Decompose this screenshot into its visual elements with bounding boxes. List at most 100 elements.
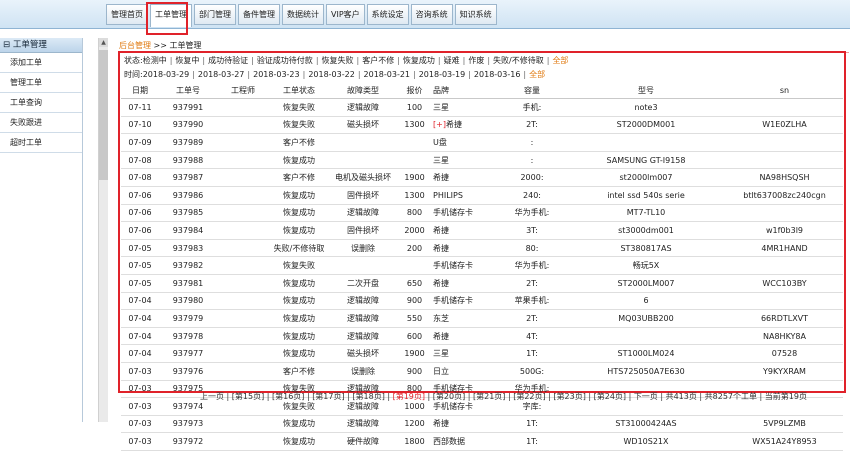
nav-tab[interactable]: VIP客户 — [326, 4, 365, 25]
table-cell[interactable]: 937978 — [159, 327, 217, 346]
pager-item[interactable]: 上一页 — [200, 392, 224, 401]
sidebar-item[interactable]: 工单查询 — [0, 93, 82, 113]
status-filter-all-link[interactable]: 全部 — [552, 56, 568, 65]
table-row[interactable]: 07-06 937985 恢复成功 逻辑故障 800 手机储存卡 华为手机: MT7-TL10 — [121, 204, 843, 223]
table-row[interactable]: 07-08 937987 客户不修 电机及磁头损坏 1900 希捷 2000: st2000l… — [121, 168, 843, 187]
table-cell[interactable]: 937984 — [159, 221, 217, 240]
time-filter-option[interactable]: 2018-03-22 — [308, 70, 355, 79]
breadcrumb-home-link[interactable]: 后台管理 — [119, 41, 151, 50]
table-row[interactable]: 07-04 937979 恢复成功 逻辑故障 550 东芝 2T: MQ03UBB200 66R… — [121, 309, 843, 328]
separator: | — [523, 70, 527, 79]
table-row[interactable]: 07-11 937991 恢复失败 逻辑故障 100 三星 手机: note3 — [121, 98, 843, 117]
nav-tab[interactable]: 管理首页 — [106, 4, 148, 25]
pager-item[interactable]: [第22页] — [513, 392, 545, 401]
table-cell[interactable]: 937979 — [159, 309, 217, 328]
sidebar-item[interactable]: 超时工单 — [0, 133, 82, 153]
table-cell[interactable]: 937986 — [159, 186, 217, 205]
status-filter-option[interactable]: 疑难 — [444, 56, 460, 65]
table-cell: 100 — [397, 98, 432, 117]
scroll-thumb[interactable] — [99, 50, 108, 180]
nav-tab[interactable]: 知识系统 — [454, 4, 497, 25]
status-filter-option[interactable]: 验证成功待付款 — [257, 56, 313, 65]
table-cell[interactable]: 937987 — [159, 168, 217, 187]
table-cell: 1T: — [498, 344, 566, 363]
nav-tab[interactable]: 备件管理 — [238, 4, 280, 25]
time-filter-option[interactable]: 2018-03-29 — [143, 70, 190, 79]
table-cell[interactable]: 937990 — [159, 116, 217, 135]
table-cell[interactable]: 937988 — [159, 151, 217, 170]
table-cell[interactable]: 937989 — [159, 133, 217, 152]
table-cell: NA8HKY8A — [726, 327, 843, 346]
status-filter-option[interactable]: 恢复成功 — [403, 56, 435, 65]
column-header: 报价 — [397, 83, 432, 99]
table-row[interactable]: 07-09 937989 客户不修 U盘: — [121, 133, 843, 152]
nav-tab[interactable]: 数据统计 — [282, 4, 324, 25]
table-row[interactable]: 07-03 937976 客户不修 误删除 900 日立 500G: HTS725050A7E… — [121, 362, 843, 381]
table-cell[interactable]: 937976 — [159, 362, 217, 381]
table-row[interactable]: 07-05 937982 恢复失败 手机储存卡 华为手机: 畅玩5X — [121, 256, 843, 275]
table-cell — [217, 151, 269, 170]
nav-tab[interactable]: 系统设定 — [366, 4, 409, 25]
pager-item[interactable]: [第23页] — [553, 392, 585, 401]
status-filter-option[interactable]: 失败/不修待取 — [493, 56, 544, 65]
pager-item[interactable]: [第19页] — [393, 392, 425, 401]
pager-item[interactable]: 下一页 — [634, 392, 658, 401]
pager-item[interactable]: [第24页] — [594, 392, 626, 401]
table-cell: 磁头损坏 — [329, 344, 397, 363]
expand-icon[interactable]: [+] — [433, 120, 446, 129]
table-cell: ST2000DM001 — [566, 116, 726, 135]
table-cell[interactable]: 937980 — [159, 292, 217, 311]
scrollbar[interactable]: ▲ — [98, 38, 108, 422]
table-row[interactable]: 07-04 937980 恢复成功 逻辑故障 900 手机储存卡 苹果手机: 6 — [121, 292, 843, 311]
table-cell: 手机: — [498, 98, 566, 117]
pager-item[interactable]: [第21页] — [473, 392, 505, 401]
pager-item[interactable]: [第20页] — [433, 392, 465, 401]
table-cell[interactable]: 937972 — [159, 432, 217, 451]
time-filter-option[interactable]: 2018-03-19 — [419, 70, 466, 79]
table-row[interactable]: 07-10 937990 恢复失败 磁头损坏 1300 [+]希捷 2T: ST2000DM0… — [121, 116, 843, 135]
status-filter-option[interactable]: 客户不修 — [362, 56, 394, 65]
table-cell[interactable]: 937991 — [159, 98, 217, 117]
status-filter-option[interactable]: 成功待验证 — [208, 56, 248, 65]
table-cell[interactable]: 937981 — [159, 274, 217, 293]
time-filter-option[interactable]: 2018-03-27 — [198, 70, 245, 79]
table-cell[interactable]: 937982 — [159, 256, 217, 275]
pager-item[interactable]: [第17页] — [312, 392, 344, 401]
table-cell[interactable]: 937983 — [159, 239, 217, 258]
time-filter-all-link[interactable]: 全部 — [529, 70, 545, 79]
pager-item[interactable]: [第15页] — [232, 392, 264, 401]
nav-tab[interactable]: 部门管理 — [194, 4, 236, 25]
table-row[interactable]: 07-05 937983 失败/不修待取 误删除 200 希捷 80: ST380817AS 4… — [121, 239, 843, 258]
table-cell: ST31000424AS — [566, 415, 726, 434]
table-row[interactable]: 07-04 937978 恢复成功 逻辑故障 600 希捷 4T: NA8HKY8A — [121, 327, 843, 346]
table-row[interactable]: 07-06 937986 恢复成功 固件损坏 1300 PHILIPS 240: intel … — [121, 186, 843, 205]
table-cell[interactable]: 937977 — [159, 344, 217, 363]
status-filter-option[interactable]: 恢复中 — [175, 56, 199, 65]
table-row[interactable]: 07-03 937973 恢复成功 逻辑故障 1200 希捷 1T: ST31000424AS… — [121, 415, 843, 434]
table-row[interactable]: 07-06 937984 恢复成功 固件损坏 2000 希捷 3T: st3000dm001 w… — [121, 221, 843, 240]
nav-tab[interactable]: 咨询系统 — [410, 4, 453, 25]
time-filter-option[interactable]: 2018-03-16 — [474, 70, 521, 79]
sidebar-item[interactable]: 失败跟进 — [0, 113, 82, 133]
table-cell: 1800 — [397, 432, 432, 451]
status-filter-option[interactable]: 检测中 — [143, 56, 167, 65]
scroll-up-arrow-icon[interactable]: ▲ — [99, 38, 108, 47]
status-filter-option[interactable]: 恢复失败 — [322, 56, 354, 65]
sidebar-item[interactable]: 管理工单 — [0, 73, 82, 93]
status-filter-option[interactable]: 作废 — [468, 56, 484, 65]
table-row[interactable]: 07-03 937972 恢复成功 硬件故障 1800 西部数据 1T: WD10S21X WX… — [121, 432, 843, 451]
sidebar-header[interactable]: ⊟ 工单管理 — [0, 38, 82, 53]
pager-item[interactable]: [第16页] — [272, 392, 304, 401]
pager-item[interactable]: [第18页] — [352, 392, 384, 401]
table-row[interactable]: 07-05 937981 恢复成功 二次开盘 650 希捷 2T: ST2000LM007 WC… — [121, 274, 843, 293]
table-cell[interactable]: 937985 — [159, 204, 217, 223]
table-row[interactable]: 07-04 937977 恢复成功 磁头损坏 1900 三星 1T: ST1000LM024 0… — [121, 344, 843, 363]
collapse-icon[interactable]: ⊟ — [3, 40, 10, 50]
sidebar-item[interactable]: 添加工单 — [0, 53, 82, 73]
time-filter-option[interactable]: 2018-03-21 — [364, 70, 411, 79]
time-filter-option[interactable]: 2018-03-23 — [253, 70, 300, 79]
table-cell: 07-03 — [121, 397, 159, 416]
table-cell: 2000: — [498, 168, 566, 187]
table-cell[interactable]: 937973 — [159, 415, 217, 434]
table-row[interactable]: 07-08 937988 恢复成功 三星: SAMSUNG GT-I9158 — [121, 151, 843, 170]
